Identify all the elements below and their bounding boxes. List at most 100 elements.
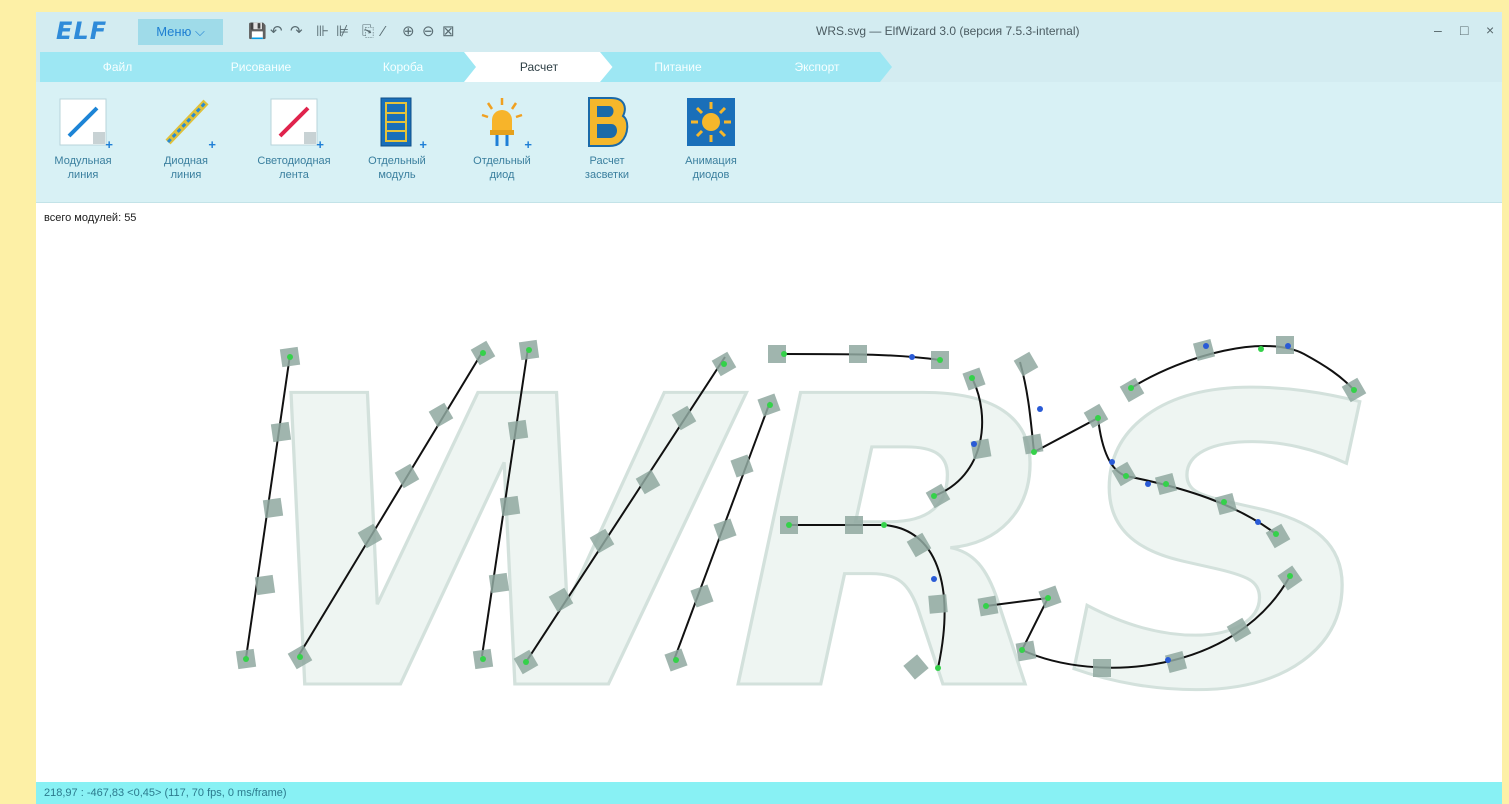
path-node[interactable] [1273, 531, 1279, 537]
led-module[interactable] [928, 594, 948, 614]
tool-label: Расчет [589, 155, 625, 167]
app-logo: ELF [56, 17, 108, 45]
drawing-scene[interactable]: WRS [36, 204, 1502, 782]
path-node[interactable] [1019, 647, 1025, 653]
path-node[interactable] [1128, 385, 1134, 391]
path-node[interactable] [931, 493, 937, 499]
ribbon-toolbar: + Модульная линия + Диодная линия + Свет… [36, 82, 1502, 203]
path-node[interactable] [1031, 449, 1037, 455]
path-node[interactable] [881, 522, 887, 528]
path-node[interactable] [1123, 473, 1129, 479]
tab-drawing[interactable]: Рисование [180, 52, 342, 82]
led-module[interactable] [262, 497, 284, 519]
diode-animation-icon [685, 96, 737, 148]
tool-label: Диодная [163, 155, 209, 167]
close-icon[interactable]: × [1486, 22, 1494, 38]
tab-file[interactable]: Файл [40, 52, 195, 82]
led-module[interactable] [849, 345, 867, 363]
drawing-canvas[interactable]: всего модулей: 55 WRS [36, 204, 1502, 782]
control-point[interactable] [1203, 343, 1209, 349]
tab-calculation[interactable]: Расчет [464, 52, 614, 82]
zoom-out-icon[interactable]: ⊖ [422, 22, 435, 42]
path-node[interactable] [1287, 573, 1293, 579]
path-node[interactable] [781, 351, 787, 357]
path-node[interactable] [1221, 499, 1227, 505]
maximize-icon[interactable]: □ [1460, 22, 1468, 38]
path-node[interactable] [1351, 387, 1357, 393]
path-node[interactable] [767, 402, 773, 408]
path-node[interactable] [969, 375, 975, 381]
illumination-calc-button[interactable]: Расчет засветки [562, 96, 652, 182]
tool-label: линия [170, 169, 202, 181]
path-node[interactable] [935, 665, 941, 671]
path-node[interactable] [243, 656, 249, 662]
add-module-icon[interactable]: ⊪ [316, 22, 329, 42]
control-point[interactable] [1165, 657, 1171, 663]
magic-icon[interactable]: ⁄ [382, 22, 385, 42]
led-module[interactable] [499, 495, 521, 517]
tab-boxes[interactable]: Короба [328, 52, 478, 82]
path-node[interactable] [1095, 415, 1101, 421]
fit-view-icon[interactable]: ⊠ [442, 22, 455, 42]
led-strip-button[interactable]: + Светодиодная лента [249, 96, 339, 182]
control-point[interactable] [1255, 519, 1261, 525]
window-title: WRS.svg — ElfWizard 3.0 (версия 7.5.3-in… [816, 24, 1080, 38]
control-point[interactable] [1285, 343, 1291, 349]
path-node[interactable] [480, 656, 486, 662]
export-icon[interactable]: ⎘ [362, 22, 374, 42]
tool-label: диодов [692, 169, 730, 181]
menu-button[interactable]: Меню ⌵ [138, 19, 223, 45]
tool-label: модуль [378, 169, 416, 181]
control-point[interactable] [1145, 481, 1151, 487]
tool-label: Светодиодная [257, 155, 331, 167]
led-module[interactable] [1015, 640, 1037, 662]
tab-power[interactable]: Питание [600, 52, 756, 82]
control-point[interactable] [971, 441, 977, 447]
control-point[interactable] [1037, 406, 1043, 412]
path-node[interactable] [1258, 346, 1264, 352]
path-node[interactable] [937, 357, 943, 363]
led-module[interactable] [1276, 336, 1294, 354]
led-module[interactable] [845, 516, 863, 534]
save-icon[interactable]: 💾 [248, 22, 267, 42]
path-node[interactable] [721, 361, 727, 367]
status-coordinates: 218,97 : -467,83 <0,45> (117, 70 fps, 0 … [44, 787, 287, 799]
path-node[interactable] [297, 654, 303, 660]
modular-line-button[interactable]: + Модульная линия [38, 96, 128, 182]
diode-line-button[interactable]: + Диодная линия [141, 96, 231, 182]
redo-icon[interactable]: ↷ [290, 22, 303, 42]
led-module[interactable] [1093, 659, 1111, 677]
control-point[interactable] [1109, 459, 1115, 465]
undo-icon[interactable]: ↶ [270, 22, 283, 42]
tool-label: линия [67, 169, 99, 181]
single-diode-button[interactable]: + Отдельный диод [457, 96, 547, 182]
tab-label: Короба [382, 60, 424, 74]
single-diode-icon: + [476, 96, 532, 152]
led-module[interactable] [507, 419, 529, 441]
path-node[interactable] [1045, 595, 1051, 601]
path-node[interactable] [526, 347, 532, 353]
path-node[interactable] [287, 354, 293, 360]
led-module[interactable] [488, 572, 510, 594]
control-point[interactable] [909, 354, 915, 360]
zoom-in-icon[interactable]: ⊕ [402, 22, 415, 42]
title-bar: ELF Меню ⌵ 💾 ↶ ↷ ⊪ ⊯ ⎘ ⁄ ⊕ ⊖ ⊠ WRS.svg —… [36, 12, 1502, 53]
diode-animation-button[interactable]: Анимация диодов [666, 96, 756, 182]
path-node[interactable] [523, 659, 529, 665]
remove-module-icon[interactable]: ⊯ [336, 22, 349, 42]
control-point[interactable] [931, 576, 937, 582]
status-bar: 218,97 : -467,83 <0,45> (117, 70 fps, 0 … [36, 782, 1502, 804]
path-node[interactable] [786, 522, 792, 528]
single-module-button[interactable]: + Отдельный модуль [352, 96, 442, 182]
minimize-icon[interactable]: – [1434, 22, 1442, 38]
path-node[interactable] [983, 603, 989, 609]
path-node[interactable] [480, 350, 486, 356]
tab-label: Расчет [519, 60, 559, 74]
tool-label: диод [489, 169, 515, 181]
path-node[interactable] [1163, 481, 1169, 487]
path-node[interactable] [673, 657, 679, 663]
tool-label: Отдельный [473, 155, 531, 167]
tab-export[interactable]: Экспорт [742, 52, 892, 82]
led-module[interactable] [270, 421, 292, 443]
led-module[interactable] [254, 574, 276, 596]
